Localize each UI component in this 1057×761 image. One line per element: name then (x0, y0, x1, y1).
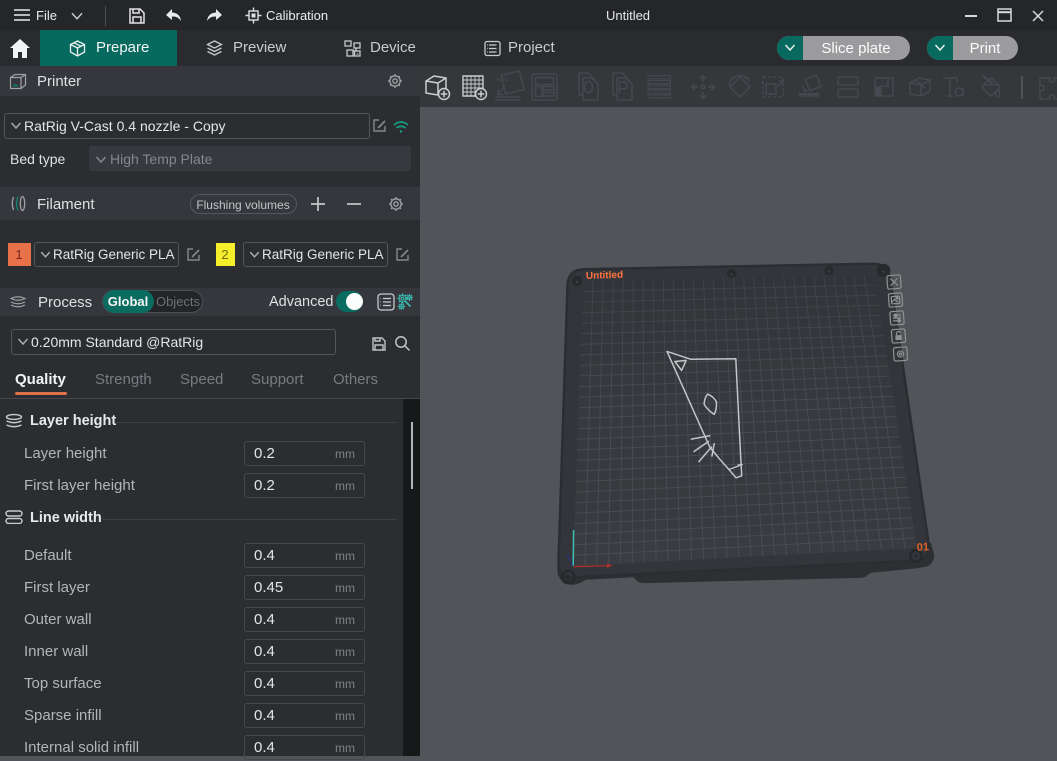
svg-text:01: 01 (916, 541, 929, 554)
svg-text:AUTO: AUTO (496, 77, 509, 82)
svg-text:Untitled: Untitled (586, 270, 624, 282)
